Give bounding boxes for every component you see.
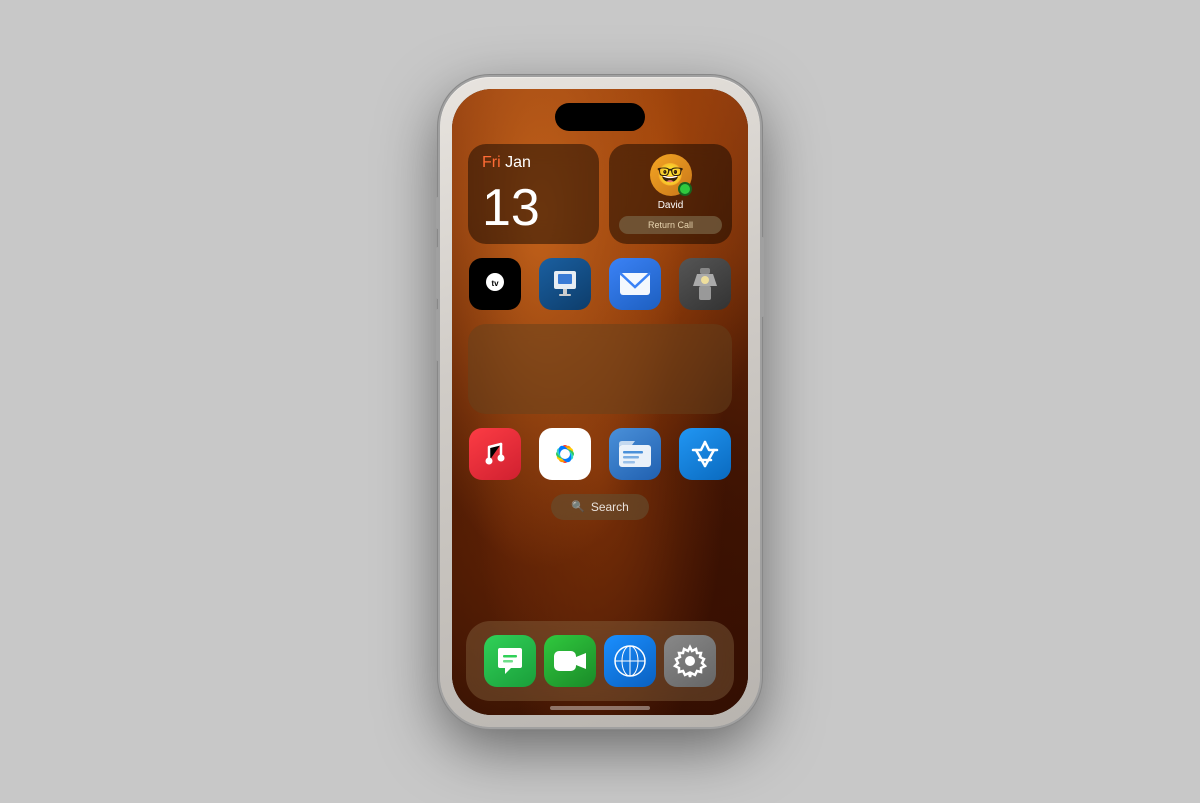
search-icon: 🔍 (571, 500, 585, 513)
calendar-header: Fri Jan (482, 154, 585, 172)
phone-screen: Fri Jan 13 🤓 David Return Call (452, 89, 748, 715)
flashlight-icon[interactable] (679, 258, 731, 310)
contact-avatar: 🤓 (650, 154, 692, 196)
app-folder-widget[interactable] (468, 324, 732, 414)
facetime-dock-icon[interactable] (544, 635, 596, 687)
dock (466, 621, 734, 701)
contact-name: David (658, 200, 684, 211)
settings-dock-icon[interactable] (664, 635, 716, 687)
phone-shell: Fri Jan 13 🤓 David Return Call (440, 77, 760, 727)
calendar-widget[interactable]: Fri Jan 13 (468, 144, 599, 244)
calendar-day-name: Fri (482, 154, 501, 171)
app-row-2 (468, 428, 732, 480)
widget-row: Fri Jan 13 🤓 David Return Call (468, 144, 732, 244)
search-pill[interactable]: 🔍 Search (551, 494, 649, 520)
files-icon[interactable] (609, 428, 661, 480)
volume-up-button[interactable] (436, 247, 440, 299)
contact-widget[interactable]: 🤓 David Return Call (609, 144, 732, 244)
app-row-1: tv (468, 258, 732, 310)
dynamic-island (555, 103, 645, 131)
keynote-icon[interactable] (539, 258, 591, 310)
photos-icon[interactable] (539, 428, 591, 480)
mute-button[interactable] (436, 197, 440, 229)
power-button[interactable] (760, 237, 764, 317)
mail-icon[interactable] (609, 258, 661, 310)
search-label: Search (591, 500, 629, 514)
appletv-icon[interactable]: tv (469, 258, 521, 310)
svg-text:tv: tv (491, 279, 499, 288)
calendar-day-number: 13 (482, 182, 585, 234)
safari-dock-icon[interactable] (604, 635, 656, 687)
calendar-month: Jan (505, 154, 531, 171)
appstore-icon[interactable] (679, 428, 731, 480)
volume-down-button[interactable] (436, 309, 440, 361)
music-icon[interactable] (469, 428, 521, 480)
messages-dock-icon[interactable] (484, 635, 536, 687)
home-indicator (550, 706, 650, 710)
return-call-button[interactable]: Return Call (619, 216, 722, 234)
contact-online-badge (678, 182, 692, 196)
